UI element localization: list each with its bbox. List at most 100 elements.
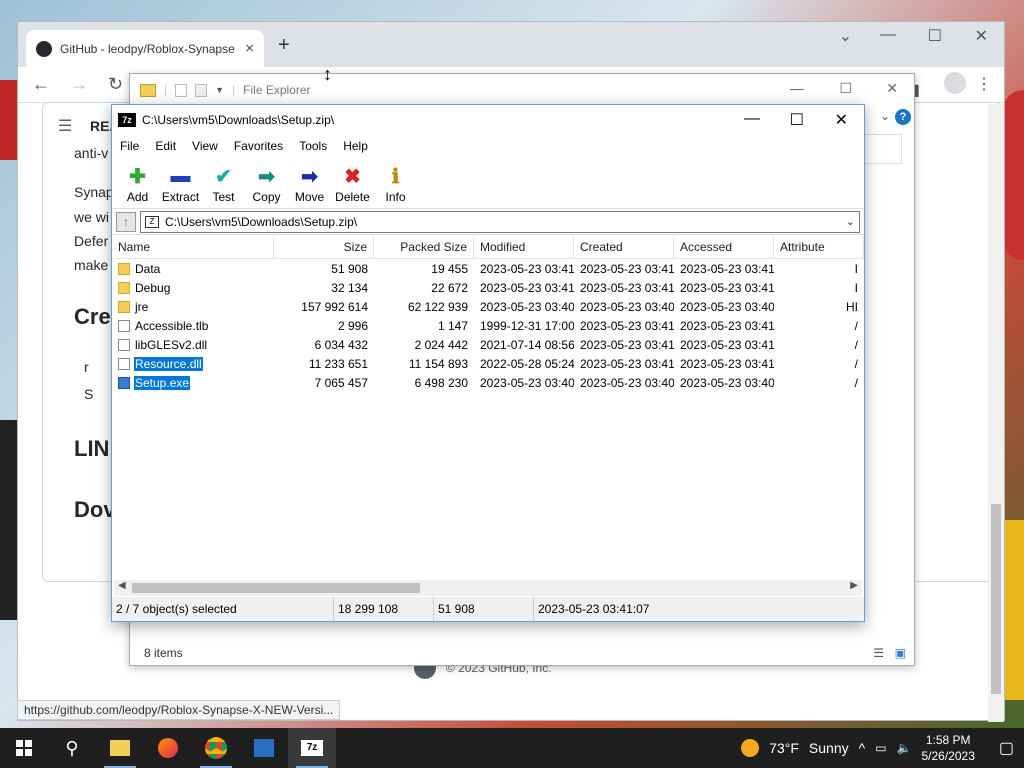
- browser-tabstrip: GitHub - leodpy/Roblox-Synapse × + ⌄ — ☐…: [18, 22, 1004, 67]
- minimize-icon[interactable]: —: [880, 26, 896, 44]
- delete-button[interactable]: ✖ Delete: [331, 164, 374, 205]
- file-accessed-cell: 2023-05-23 03:40: [680, 375, 774, 390]
- column-accessed[interactable]: Accessed: [674, 234, 774, 259]
- large-icons-view-icon[interactable]: ▣: [895, 646, 906, 660]
- scrollbar-thumb[interactable]: [991, 504, 1001, 694]
- readme-heading: Dov: [74, 497, 116, 522]
- quick-access-dropdown-icon[interactable]: ▼: [215, 85, 224, 95]
- details-view-icon[interactable]: ☰: [873, 646, 884, 660]
- column-created[interactable]: Created: [574, 234, 674, 259]
- file-row[interactable]: Accessible.tlb 2 996 1 147 1999-12-31 17:00…: [112, 316, 864, 335]
- help-icon[interactable]: ?: [895, 109, 911, 125]
- volume-icon[interactable]: 🔈: [897, 741, 912, 755]
- extract-button[interactable]: ▬ Extract: [159, 164, 202, 205]
- explorer-statusbar: 8 items ☰ ▣: [130, 641, 914, 665]
- file-row[interactable]: Debug 32 134 22 672 2023-05-23 03:41 2023-05…: [112, 278, 864, 297]
- menubar: File Edit View Favorites Tools Help: [112, 135, 864, 157]
- properties-icon[interactable]: [175, 83, 188, 97]
- column-name[interactable]: Name: [112, 234, 274, 259]
- network-icon[interactable]: ▭: [875, 741, 886, 755]
- weather-temp[interactable]: 73°F: [769, 740, 799, 756]
- menu-help[interactable]: Help: [343, 139, 368, 153]
- more-menu-icon[interactable]: ⋮: [976, 74, 992, 94]
- extract-icon: ▬: [170, 164, 191, 187]
- column-packed-size[interactable]: Packed Size: [374, 234, 474, 259]
- menu-file[interactable]: File: [120, 139, 139, 153]
- file-modified-cell: 2023-05-23 03:41: [480, 261, 574, 276]
- minimize-icon[interactable]: —: [790, 80, 804, 96]
- up-folder-icon[interactable]: ↑: [116, 211, 136, 232]
- tab-close-icon[interactable]: ×: [245, 40, 254, 57]
- file-size-cell: 6 034 432: [314, 337, 368, 352]
- file-row[interactable]: Resource.dll 11 233 651 11 154 893 2022-05-…: [112, 354, 864, 373]
- file-row[interactable]: libGLESv2.dll 6 034 432 2 024 442 2021-07-1…: [112, 335, 864, 354]
- column-modified[interactable]: Modified: [474, 234, 574, 259]
- test-button[interactable]: ✔ Test: [202, 164, 245, 205]
- sevenzip-statusbar: 2 / 7 object(s) selected 18 299 108 51 9…: [112, 597, 864, 621]
- menu-edit[interactable]: Edit: [155, 139, 176, 153]
- column-attributes[interactable]: Attribute: [774, 234, 864, 259]
- weather-condition[interactable]: Sunny: [809, 740, 849, 756]
- column-size[interactable]: Size: [274, 234, 374, 259]
- start-button[interactable]: [0, 728, 48, 768]
- maximize-icon[interactable]: ☐: [790, 110, 804, 130]
- new-tab-button[interactable]: +: [278, 34, 290, 57]
- minimize-icon[interactable]: —: [744, 110, 760, 128]
- taskbar-photos[interactable]: [240, 728, 288, 768]
- tray-chevron-icon[interactable]: ^: [859, 740, 866, 756]
- file-icon: [118, 319, 130, 332]
- menu-favorites[interactable]: Favorites: [234, 139, 283, 153]
- file-packed-cell: 19 455: [431, 261, 468, 276]
- explorer-title: File Explorer: [243, 83, 311, 97]
- tab-title: GitHub - leodpy/Roblox-Synapse: [60, 41, 235, 56]
- file-size-cell: 157 992 614: [301, 299, 368, 314]
- new-folder-icon[interactable]: [195, 83, 208, 97]
- back-icon[interactable]: ←: [32, 74, 50, 95]
- file-size-cell: 51 908: [331, 261, 368, 276]
- notifications-icon[interactable]: ▢: [999, 738, 1014, 758]
- browser-tab[interactable]: GitHub - leodpy/Roblox-Synapse ×: [26, 30, 264, 67]
- taskbar-firefox[interactable]: [144, 728, 192, 768]
- ribbon-expand-icon[interactable]: ⌄: [880, 109, 890, 123]
- maximize-icon[interactable]: ☐: [839, 80, 852, 97]
- file-attr-cell: HI: [846, 299, 858, 314]
- file-icon: [118, 338, 130, 351]
- taskbar-file-explorer[interactable]: [96, 728, 144, 768]
- scroll-left-icon[interactable]: ◀: [118, 580, 126, 591]
- taskbar-chrome[interactable]: [192, 728, 240, 768]
- file-name-cell: Accessible.tlb: [112, 316, 274, 335]
- info-icon: ℹ: [391, 165, 400, 188]
- browser-scrollbar[interactable]: [988, 104, 1004, 722]
- file-row[interactable]: Data 51 908 19 455 2023-05-23 03:41 2023-05-…: [112, 259, 864, 278]
- menu-view[interactable]: View: [192, 139, 218, 153]
- file-attr-cell: /: [854, 337, 858, 352]
- horizontal-scrollbar[interactable]: ◀ ▶: [114, 580, 862, 596]
- copy-button[interactable]: ➡ Copy: [245, 164, 288, 205]
- maximize-icon[interactable]: ☐: [928, 26, 942, 46]
- search-button[interactable]: ⚲: [48, 728, 96, 768]
- tab-search-icon[interactable]: ⌄: [839, 26, 852, 46]
- add-button[interactable]: ✚ Add: [116, 164, 159, 205]
- address-value: C:\Users\vm5\Downloads\Setup.zip\: [165, 214, 358, 229]
- profile-avatar[interactable]: [944, 72, 966, 94]
- menu-tools[interactable]: Tools: [299, 139, 327, 153]
- file-name: libGLESv2.dll: [135, 337, 208, 352]
- scrollbar-thumb[interactable]: [132, 583, 420, 593]
- file-row[interactable]: jre 157 992 614 62 122 939 2023-05-23 03:40…: [112, 297, 864, 316]
- explorer-search-field[interactable]: [862, 134, 902, 164]
- list-header: Name Size Packed Size Modified Created A…: [112, 234, 864, 259]
- move-button[interactable]: ➡ Move: [288, 164, 331, 205]
- address-field[interactable]: Z C:\Users\vm5\Downloads\Setup.zip\ ⌄: [140, 210, 860, 233]
- info-button[interactable]: ℹ Info: [374, 164, 417, 205]
- forward-icon[interactable]: →: [70, 74, 88, 95]
- scroll-right-icon[interactable]: ▶: [850, 580, 858, 591]
- file-row[interactable]: Setup.exe 7 065 457 6 498 230 2023-05-23 03…: [112, 373, 864, 392]
- reload-icon[interactable]: ↻: [108, 74, 123, 95]
- close-icon[interactable]: ✕: [975, 26, 988, 46]
- taskbar-7zip[interactable]: 7z: [288, 728, 336, 768]
- address-dropdown-icon[interactable]: ⌄: [846, 215, 855, 228]
- close-icon[interactable]: ✕: [886, 80, 898, 97]
- file-packed-cell: 11 154 893: [408, 356, 468, 371]
- close-icon[interactable]: ✕: [835, 110, 848, 130]
- clock[interactable]: 1:58 PM 5/26/2023: [921, 732, 974, 764]
